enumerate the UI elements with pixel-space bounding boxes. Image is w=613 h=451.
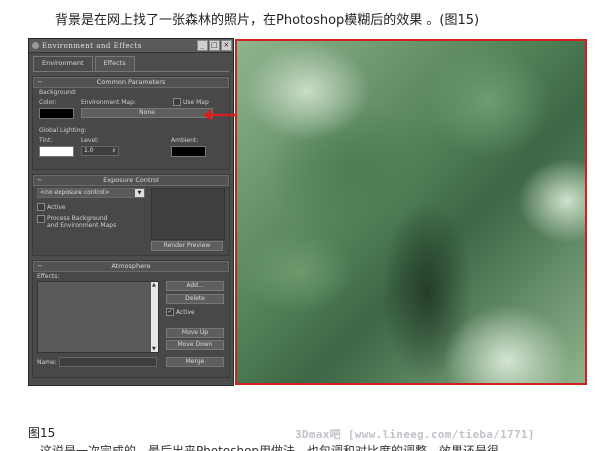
- tab-effects[interactable]: Effects: [94, 56, 135, 71]
- caption-bottom: 图15: [28, 426, 56, 440]
- watermark: 3Dmax吧 [www.lineeg.com/tieba/1771]: [295, 428, 535, 441]
- merge-button[interactable]: Merge: [166, 357, 224, 367]
- use-map-checkbox[interactable]: [173, 98, 181, 106]
- tint-color-swatch[interactable]: [39, 146, 74, 157]
- delete-effect-button[interactable]: Delete: [166, 294, 224, 304]
- use-map-label: Use Map: [183, 99, 209, 106]
- dropdown-arrow-icon[interactable]: ▼: [135, 189, 144, 197]
- effect-name-input[interactable]: [59, 357, 157, 367]
- effect-active-label: Active: [176, 309, 195, 316]
- red-arrow-icon: [203, 109, 237, 121]
- exposure-preview-box: [151, 188, 225, 240]
- atmosphere-rollout: − Atmosphere Effects: ▲ ▼ Add... Delete …: [32, 260, 230, 378]
- ambient-label: Ambient:: [171, 137, 199, 144]
- exposure-dropdown-value: <no exposure control>: [40, 189, 110, 196]
- collapse-icon: −: [37, 262, 43, 270]
- common-parameters-header[interactable]: − Common Parameters: [33, 77, 229, 88]
- tab-environment[interactable]: Environment: [33, 56, 93, 71]
- exposure-dropdown[interactable]: <no exposure control> ▼: [37, 188, 145, 198]
- tint-label: Tint:: [39, 137, 53, 144]
- dialog-tabs: Environment Effects: [33, 56, 229, 72]
- exposure-control-header[interactable]: − Exposure Control: [33, 175, 229, 186]
- name-label: Name:: [37, 359, 57, 366]
- figure-15: Environment and Effects _ □ × Environmen…: [28, 38, 588, 386]
- spinner-arrows-icon[interactable]: ⇕: [112, 147, 116, 155]
- cut-off-text: 这说是一次完成的，最后出来Photoshop用做法，也包调和对比度的调整，效果还…: [40, 444, 500, 451]
- rollout-title: Common Parameters: [96, 78, 166, 86]
- move-up-button[interactable]: Move Up: [166, 328, 224, 338]
- rollout-title: Atmosphere: [111, 262, 151, 270]
- collapse-icon: −: [37, 78, 43, 86]
- dialog-title: Environment and Effects: [42, 41, 142, 50]
- ambient-color-swatch[interactable]: [171, 146, 206, 157]
- color-label: Color:: [39, 99, 57, 106]
- effects-list-scrollbar[interactable]: ▲ ▼: [151, 282, 158, 352]
- maximize-button[interactable]: □: [209, 40, 220, 51]
- dialog-titlebar: Environment and Effects _ □ ×: [29, 39, 233, 53]
- background-label: Background:: [39, 89, 77, 96]
- blurred-forest-photo: · · · ·: [235, 39, 587, 385]
- app-icon: [32, 42, 39, 49]
- dotted-marker: · · · ·: [577, 44, 579, 66]
- level-label: Level:: [81, 137, 99, 144]
- add-effect-button[interactable]: Add...: [166, 281, 224, 291]
- environment-map-label: Environment Map:: [81, 99, 136, 106]
- effects-list[interactable]: ▲ ▼: [37, 281, 159, 353]
- minimize-button[interactable]: _: [197, 40, 208, 51]
- effects-label: Effects:: [37, 273, 60, 280]
- collapse-icon: −: [37, 176, 43, 184]
- process-background-label: Process Background and Environment Maps: [47, 215, 117, 229]
- scroll-up-icon[interactable]: ▲: [152, 282, 156, 288]
- rollout-title: Exposure Control: [103, 176, 159, 184]
- level-value: 1.0: [84, 147, 94, 154]
- atmosphere-header[interactable]: − Atmosphere: [33, 261, 229, 272]
- render-preview-button[interactable]: Render Preview: [151, 241, 223, 251]
- common-parameters-rollout: − Common Parameters Background: Color: E…: [32, 76, 230, 170]
- exposure-active-label: Active: [47, 204, 66, 211]
- background-color-swatch[interactable]: [39, 108, 74, 119]
- process-background-checkbox[interactable]: [37, 215, 45, 223]
- scroll-down-icon[interactable]: ▼: [152, 346, 156, 352]
- caption-top: 背景是在网上找了一张森林的照片，在Photoshop模糊后的效果 。(图15): [55, 13, 480, 28]
- effect-active-checkbox[interactable]: ✓: [166, 308, 174, 316]
- exposure-active-checkbox[interactable]: [37, 203, 45, 211]
- global-lighting-label: Global Lighting:: [39, 127, 87, 134]
- move-down-button[interactable]: Move Down: [166, 340, 224, 350]
- close-button[interactable]: ×: [221, 40, 232, 51]
- environment-effects-dialog: Environment and Effects _ □ × Environmen…: [28, 38, 234, 386]
- environment-map-button[interactable]: None: [81, 108, 213, 118]
- exposure-control-rollout: − Exposure Control <no exposure control>…: [32, 174, 230, 256]
- level-spinner[interactable]: 1.0 ⇕: [81, 146, 119, 156]
